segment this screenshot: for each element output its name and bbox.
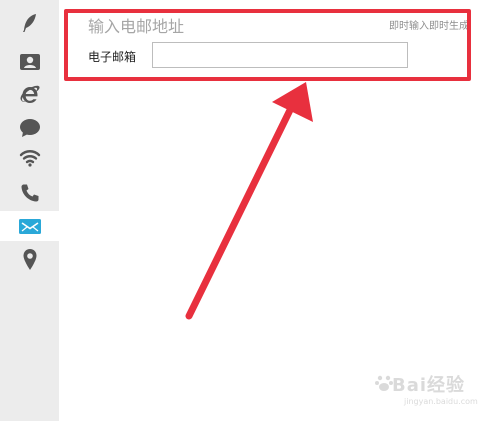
paw-logo-icon <box>375 375 393 391</box>
watermark-brand: Bai经验 <box>392 375 466 396</box>
annotation-arrow <box>185 82 313 320</box>
baidu-jingyan-watermark: Bai经验 jingyan.baidu.com <box>374 371 494 413</box>
watermark-url: jingyan.baidu.com <box>404 397 478 406</box>
